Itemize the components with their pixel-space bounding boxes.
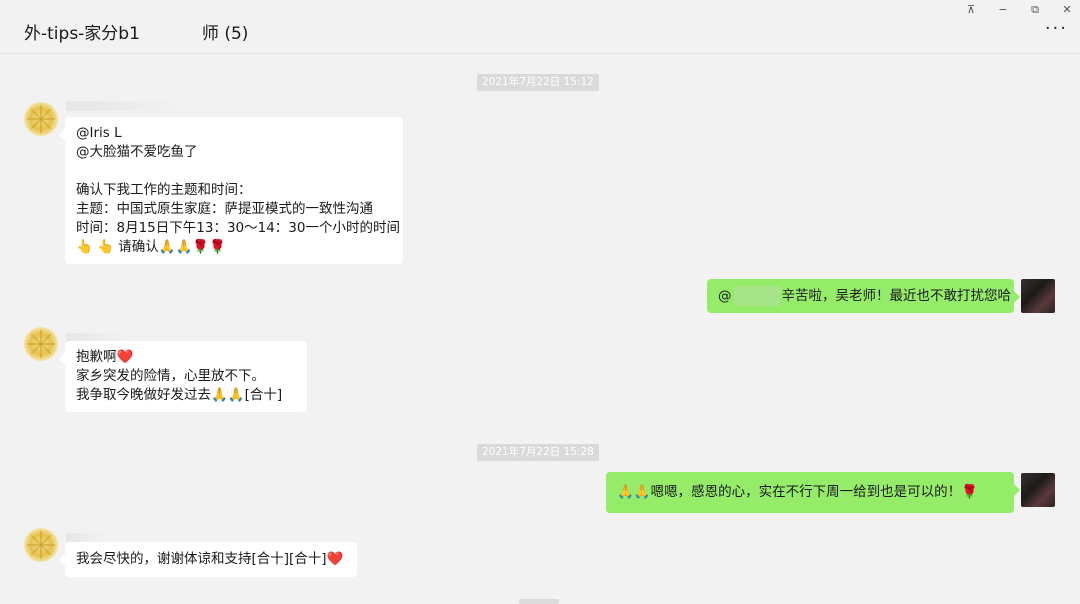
title-bar: 外-tips-家分b1 师 (5) ⊼ − ⧉ ✕ ··· [0, 0, 1080, 54]
message-line: 🙏🙏嗯嗯，感恩的心，实在不行下周一给到也是可以的！🌹 [617, 484, 978, 500]
message-bubble-incoming[interactable]: @Iris L @大脸猫不爱吃鱼了 确认下我工作的主题和时间： 主题：中国式原生… [59, 117, 403, 264]
chat-title-member-count: 师 (5) [201, 24, 249, 44]
avatar[interactable] [24, 102, 58, 136]
message-text: 辛苦啦，吴老师！最近也不敢打扰您哈 [781, 288, 1012, 304]
chat-title-name: 外-tips-家分b1 [24, 24, 140, 44]
timestamp-label: 2021年7月22日 15:12 [477, 74, 599, 91]
message-bubble-incoming[interactable]: 抱歉啊❤️ 家乡突发的险情，心里放不下。 我争取今晚做好发过去🙏🙏[合十] [59, 341, 307, 412]
minimize-icon[interactable]: − [993, 3, 1013, 17]
message-line: @ 辛苦啦，吴老师！最近也不敢打扰您哈 [718, 286, 1011, 306]
message-line: 确认下我工作的主题和时间： [76, 182, 252, 198]
sender-name-redacted [66, 101, 184, 111]
mention-prefix: @ [718, 288, 732, 304]
chat-title: 外-tips-家分b1 师 (5) [24, 19, 248, 44]
restore-icon[interactable]: ⧉ [1025, 3, 1045, 17]
message-line: 时间：8月15日下午13：30～14：30一个小时的时间 [76, 220, 400, 236]
message-line: 我争取今晚做好发过去🙏🙏[合十] [76, 387, 283, 403]
message-line: 抱歉啊❤️ [76, 349, 134, 365]
message-line: @Iris L [76, 125, 122, 141]
message-line: 主题：中国式原生家庭：萨提亚模式的一致性沟通 [76, 201, 373, 217]
message-bubble-outgoing[interactable]: 🙏🙏嗯嗯，感恩的心，实在不行下周一给到也是可以的！🌹 [606, 472, 1020, 513]
avatar[interactable] [24, 327, 58, 361]
message-line: 我会尽快的，谢谢体谅和支持[合十][合十]❤️ [76, 551, 344, 567]
message-bubble-incoming[interactable]: 我会尽快的，谢谢体谅和支持[合十][合十]❤️ [59, 542, 357, 577]
more-options-icon[interactable]: ··· [1045, 20, 1068, 38]
my-avatar[interactable] [1021, 279, 1055, 313]
timestamp-label: 2021年7月22日 15:28 [477, 444, 599, 461]
message-line [76, 162, 392, 181]
message-bubble-outgoing[interactable]: @ 辛苦啦，吴老师！最近也不敢打扰您哈 [707, 279, 1020, 313]
message-line: 家乡突发的险情，心里放不下。 [76, 368, 265, 384]
mention-redacted [733, 286, 780, 306]
message-line: @大脸猫不爱吃鱼了 [76, 144, 198, 160]
pin-icon[interactable]: ⊼ [961, 3, 981, 17]
close-icon[interactable]: ✕ [1057, 3, 1077, 17]
message-line: 👆 👆 请确认🙏🙏🌹🌹 [76, 239, 226, 255]
my-avatar[interactable] [1021, 473, 1055, 507]
avatar[interactable] [24, 528, 58, 562]
scroll-indicator[interactable] [519, 599, 559, 604]
